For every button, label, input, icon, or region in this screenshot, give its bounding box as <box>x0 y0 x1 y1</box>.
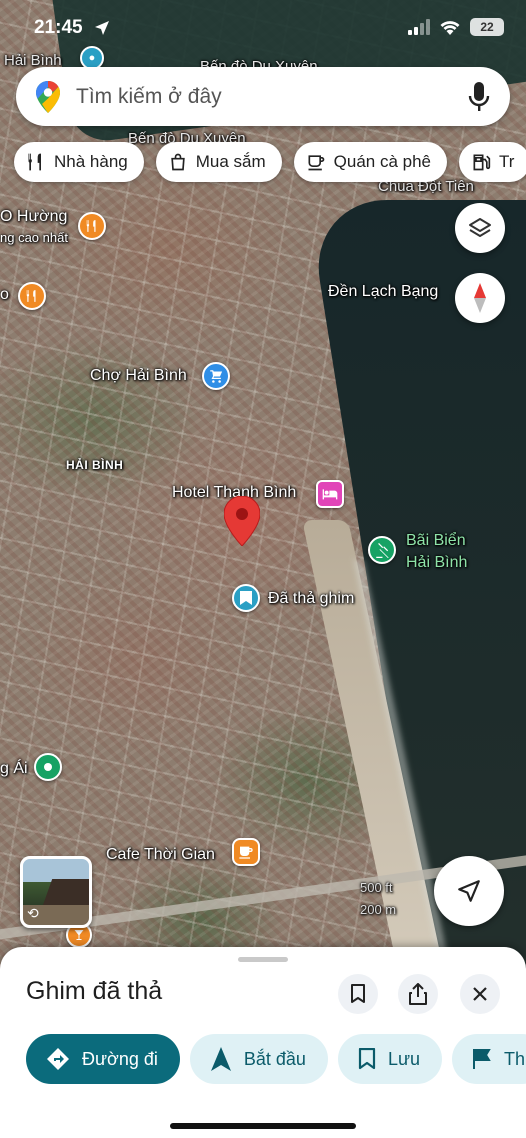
coffee-cup-icon <box>308 155 324 171</box>
map-label-den-lach-bang[interactable]: Đền Lạch Bạng <box>328 283 438 301</box>
place-marker-icon[interactable] <box>34 753 62 781</box>
compass-button[interactable] <box>455 273 505 323</box>
maps-logo-icon <box>36 80 60 113</box>
close-icon <box>473 987 487 1001</box>
start-button[interactable]: Bắt đầu <box>189 1034 328 1084</box>
directions-label: Đường đi <box>82 1048 158 1069</box>
directions-button[interactable]: Đường đi <box>26 1034 180 1084</box>
map-label-cafe[interactable]: Cafe Thời Gian <box>106 846 215 864</box>
map-label-beach-line1[interactable]: Bãi Biển <box>406 532 466 550</box>
map-label-ng-cao-nhat[interactable]: ng cao nhất <box>0 230 68 245</box>
battery-indicator: 22 <box>470 18 504 36</box>
category-chips: Nhà hàng Mua sắm Quán cà phê Tr <box>14 142 526 182</box>
chip-restaurants[interactable]: Nhà hàng <box>14 142 144 182</box>
home-indicator <box>170 1123 356 1129</box>
map-label-o-huong[interactable]: O Hường <box>0 208 67 226</box>
status-bar: 21:45 22 <box>0 0 526 56</box>
close-button[interactable] <box>460 974 500 1014</box>
share-button[interactable] <box>398 974 438 1014</box>
signal-icon <box>408 19 430 35</box>
map-label-o-left[interactable]: o <box>0 286 9 304</box>
chip-label: Nhà hàng <box>54 152 128 171</box>
map-label-g-ai[interactable]: g Ái <box>0 760 28 778</box>
map-label-beach-line2[interactable]: Hải Bình <box>406 554 467 572</box>
scale-label-ft: 500 ft <box>360 880 393 895</box>
layers-icon <box>469 218 491 237</box>
search-input[interactable] <box>76 84 468 109</box>
shopping-cart-marker-icon[interactable] <box>202 362 230 390</box>
rotate-360-icon: ⟲ <box>27 905 39 921</box>
navigation-arrow-icon <box>458 880 480 902</box>
chip-coffee[interactable]: Quán cà phê <box>293 142 448 182</box>
map-label-dropped-pin[interactable]: Đã thả ghim <box>268 590 354 608</box>
chip-label: Quán cà phê <box>333 152 432 171</box>
chip-shopping[interactable]: Mua sắm <box>155 142 282 182</box>
restaurant-marker-icon[interactable] <box>78 212 106 240</box>
flag-label: Th <box>504 1048 526 1069</box>
sheet-title: Ghim đã thả <box>26 977 163 1005</box>
directions-icon <box>47 1048 69 1070</box>
location-arrow-icon <box>95 21 109 35</box>
layers-button[interactable] <box>455 203 505 253</box>
status-time: 21:45 <box>34 17 83 38</box>
cafe-marker-icon[interactable] <box>232 838 260 866</box>
bookmark-icon <box>351 984 365 1003</box>
restaurant-marker-icon[interactable] <box>18 282 46 310</box>
save-icon-button[interactable] <box>338 974 378 1014</box>
map-label-area-hai-binh: HẢI BÌNH <box>66 458 124 472</box>
fork-knife-icon <box>28 153 41 171</box>
sheet-drag-handle[interactable] <box>238 957 288 962</box>
compass-icon <box>474 283 486 313</box>
bookmark-icon <box>358 1048 376 1070</box>
map-label-cho-hai-binh[interactable]: Chợ Hải Bình <box>90 367 187 385</box>
search-bar[interactable] <box>16 67 510 126</box>
gas-pump-icon <box>473 154 491 171</box>
chip-label: Tr <box>499 152 515 171</box>
microphone-icon[interactable] <box>468 81 490 112</box>
saved-pin-marker-icon[interactable] <box>232 584 260 612</box>
flag-icon <box>473 1049 491 1069</box>
share-icon <box>409 983 427 1005</box>
street-view-thumbnail[interactable]: ⟲ <box>20 856 92 928</box>
chip-gas[interactable]: Tr <box>459 142 526 182</box>
wifi-icon <box>440 21 460 35</box>
shopping-bag-icon <box>171 153 185 171</box>
start-label: Bắt đầu <box>243 1048 306 1069</box>
flag-button[interactable]: Th <box>452 1034 526 1084</box>
save-label: Lưu <box>387 1048 421 1069</box>
chip-label: Mua sắm <box>195 152 266 171</box>
hotel-marker-icon[interactable] <box>316 480 344 508</box>
action-buttons: Đường đi Bắt đầu Lưu Th <box>26 1034 526 1084</box>
navigation-arrow-icon <box>210 1047 231 1071</box>
save-button[interactable]: Lưu <box>337 1034 443 1084</box>
dropped-pin-icon[interactable] <box>224 496 260 546</box>
my-location-button[interactable] <box>434 856 504 926</box>
scale-label-m: 200 m <box>360 902 397 917</box>
place-bottom-sheet[interactable]: Ghim đã thả Đường đi Bắt đầu Lưu Th <box>0 947 526 1138</box>
thumbnail-roof <box>43 879 89 905</box>
beach-marker-icon[interactable] <box>368 536 396 564</box>
